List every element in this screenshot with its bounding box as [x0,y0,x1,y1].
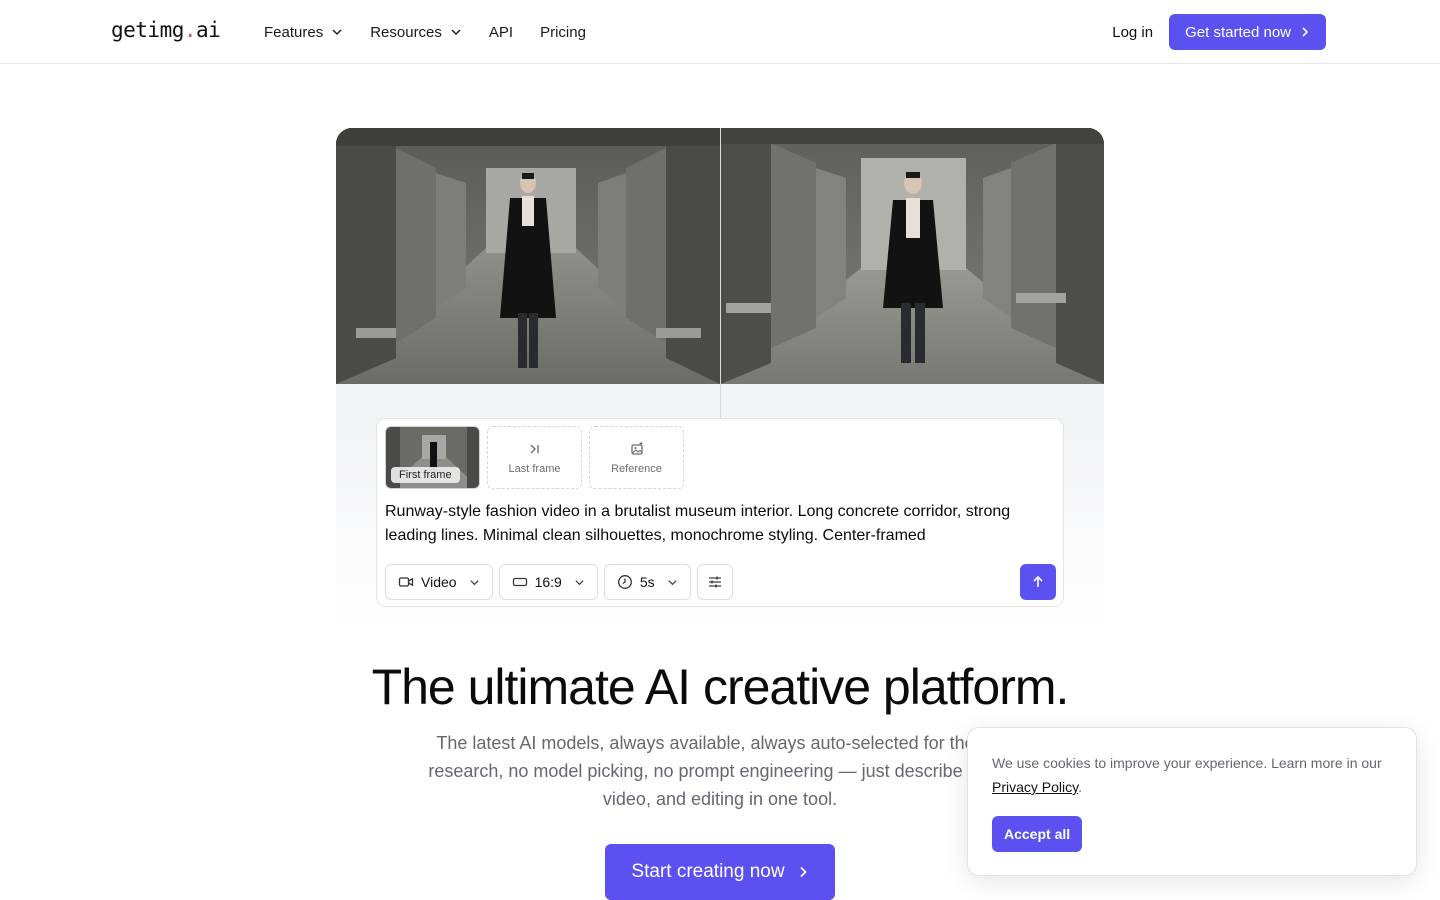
chevron-down-icon [451,29,461,36]
logo[interactable]: getimg.ai [111,18,221,42]
last-frame-image [721,128,1104,384]
clock-icon [617,575,632,589]
first-frame-slot[interactable]: First frame [385,426,480,489]
submit-button[interactable] [1020,564,1056,600]
nav-item-api[interactable]: API [489,24,513,41]
start-creating-label: Start creating now [631,861,785,882]
nav-item-label: Resources [370,23,442,41]
prompt-input[interactable]: Runway-style fashion video in a brutalis… [385,500,1045,548]
composer-controls: Video 16:9 5s [385,564,739,600]
chevron-down-icon [332,29,342,36]
logo-main: getimg [111,18,184,42]
top-navbar: getimg.ai Features Resources API Pricing… [0,0,1440,64]
nav-item-label: Features [264,23,324,41]
skip-forward-icon [530,444,539,453]
reference-slot[interactable]: Reference [589,426,684,489]
get-started-label: Get started now [1185,23,1291,41]
add-image-icon [630,441,643,455]
first-frame-label: First frame [391,467,460,483]
nav-links: Features Resources API Pricing [264,0,613,64]
duration-value: 5s [639,574,655,590]
chevron-right-icon [1302,27,1309,37]
chevron-down-icon [469,579,479,585]
logo-tld: ai [196,18,221,42]
cookie-text: We use cookies to improve your experienc… [992,755,1382,771]
sliders-icon [708,576,721,588]
prompt-composer: First frame Last frame Reference Runway-… [376,418,1064,607]
video-camera-icon [398,577,414,587]
get-started-button[interactable]: Get started now [1169,14,1326,50]
mode-select[interactable]: Video [385,564,493,600]
login-link[interactable]: Log in [1112,24,1153,41]
aspect-ratio-icon [512,577,527,587]
nav-item-pricing[interactable]: Pricing [540,24,586,41]
chevron-right-icon [799,866,807,878]
reference-label: Reference [611,462,662,475]
logo-dot: . [183,18,197,42]
first-frame-image [336,128,720,384]
last-frame-slot[interactable]: Last frame [487,426,582,489]
accept-all-button[interactable]: Accept all [992,816,1083,852]
nav-item-label: API [488,23,514,41]
cookie-message: We use cookies to improve your experienc… [992,751,1402,799]
nav-actions: Log in Get started now [1112,14,1326,50]
chevron-down-icon [667,579,677,585]
subheadline-line-3: video, and editing in one tool. [602,789,838,809]
duration-select[interactable]: 5s [603,564,691,600]
last-frame-label: Last frame [508,462,561,475]
arrow-up-icon [1033,575,1043,587]
cookie-banner: We use cookies to improve your experienc… [967,727,1417,876]
nav-item-label: Pricing [540,23,586,41]
aspect-ratio-select[interactable]: 16:9 [498,564,598,600]
chevron-down-icon [575,579,584,585]
frame-slots: First frame Last frame Reference [385,426,691,489]
subheadline-line-1: The latest AI models, always available, … [436,733,1004,753]
start-creating-button[interactable]: Start creating now [605,844,835,900]
subheadline-line-2: research, no model picking, no prompt en… [428,761,1012,781]
nav-item-features[interactable]: Features [264,24,343,41]
nav-item-resources[interactable]: Resources [370,24,462,41]
mode-value: Video [421,574,457,590]
hero-headline: The ultimate AI creative platform. [371,659,1070,715]
privacy-policy-link[interactable]: Privacy Policy [992,779,1078,795]
cookie-text-end: . [1078,779,1082,795]
aspect-ratio-value: 16:9 [534,574,562,590]
settings-button[interactable] [696,564,733,600]
